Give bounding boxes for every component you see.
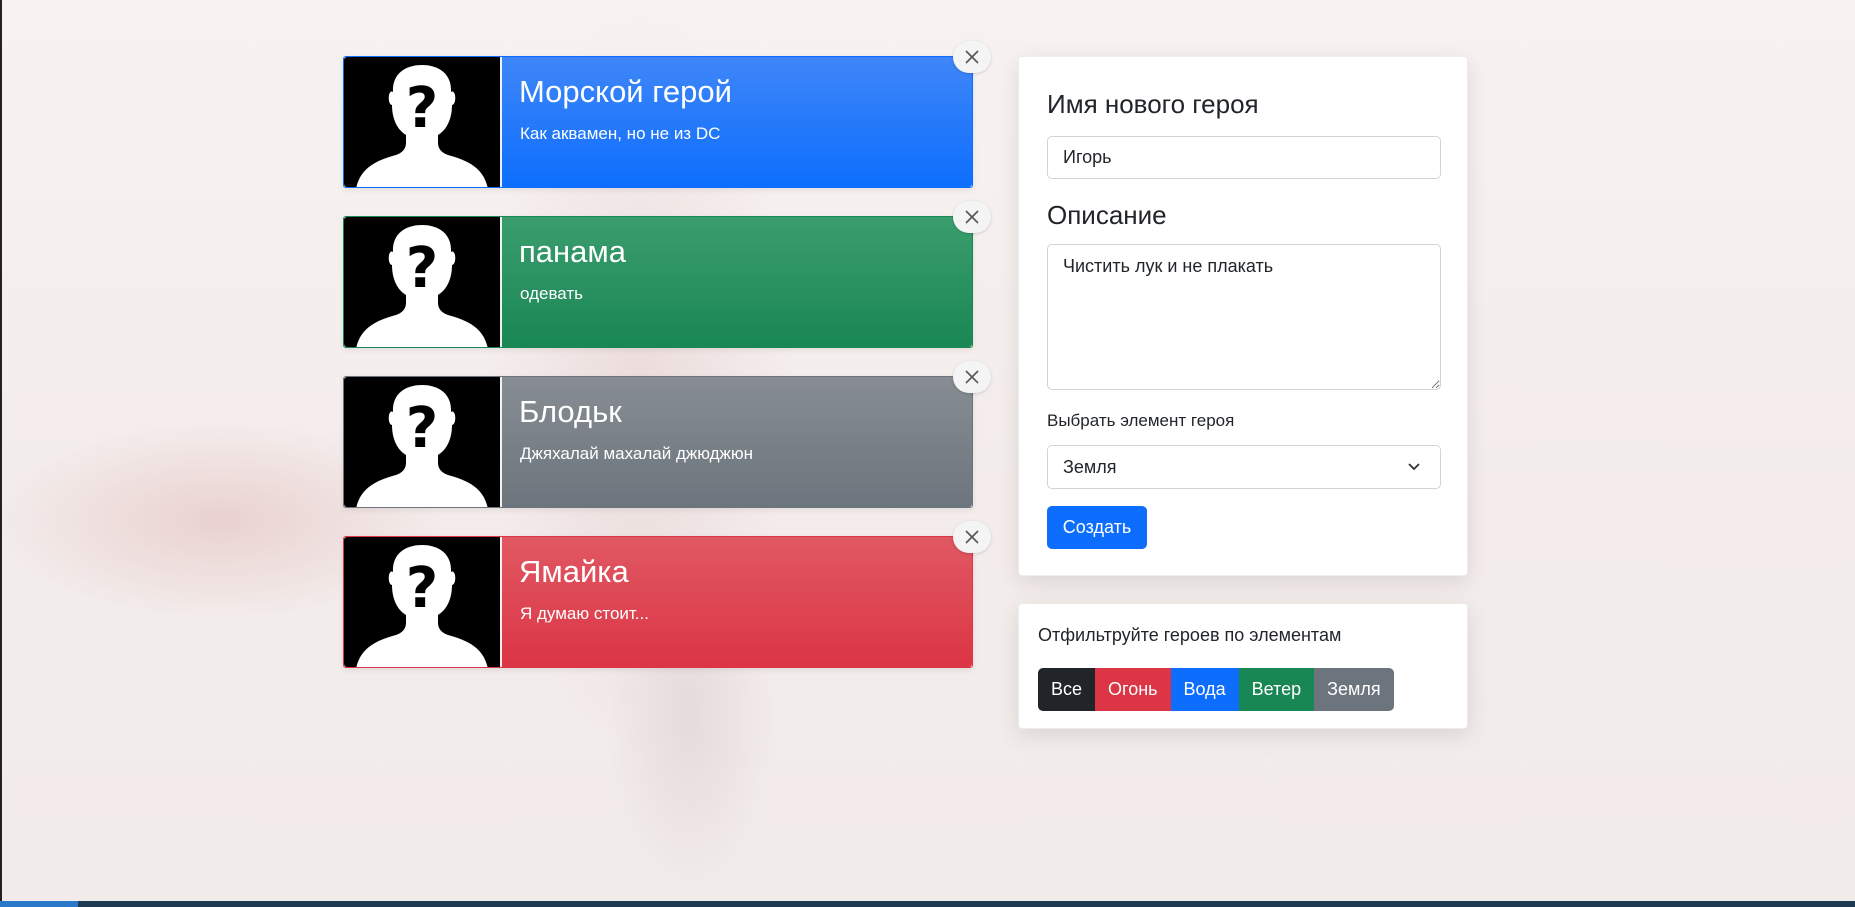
chevron-down-icon xyxy=(1408,463,1420,471)
hero-card: ? панама одевать xyxy=(343,216,973,348)
filter-all-button[interactable]: Все xyxy=(1038,668,1096,711)
filter-earth-button[interactable]: Земля xyxy=(1314,668,1394,711)
hero-name: панама xyxy=(519,234,626,269)
unknown-person-icon: ? xyxy=(344,377,500,507)
close-button[interactable] xyxy=(953,361,991,393)
unknown-person-icon: ? xyxy=(344,57,500,187)
close-icon xyxy=(965,50,979,64)
hero-description: Джяхалай махалай джюджюн xyxy=(520,444,754,463)
svg-text:?: ? xyxy=(406,76,438,141)
create-button[interactable]: Создать xyxy=(1047,506,1147,549)
hero-card: ? Блодьк Джяхалай махалай джюджюн xyxy=(343,376,973,508)
close-icon xyxy=(965,210,979,224)
hero-description: Я думаю стоит... xyxy=(520,604,649,623)
svg-text:?: ? xyxy=(406,396,438,461)
hero-description-textarea[interactable]: Чистить лук и не плакать xyxy=(1047,244,1441,390)
hero-description: одевать xyxy=(520,284,584,303)
close-button[interactable] xyxy=(953,521,991,553)
window-edge xyxy=(0,0,2,907)
hero-name: Ямайка xyxy=(519,554,629,589)
hero-description: Как аквамен, но не из DC xyxy=(520,124,721,143)
svg-text:?: ? xyxy=(406,556,438,621)
taskbar-accent xyxy=(0,901,78,907)
close-icon xyxy=(965,370,979,384)
hero-card: ? Морской герой Как аквамен, но не из DC xyxy=(343,56,973,188)
close-icon xyxy=(965,530,979,544)
filter-fire-button[interactable]: Огонь xyxy=(1095,668,1171,711)
hero-body: Блодьк Джяхалай махалай джюджюн xyxy=(500,377,972,507)
filter-button-group: Все Огонь Вода Ветер Земля xyxy=(1038,668,1394,711)
filter-water-button[interactable]: Вода xyxy=(1170,668,1239,711)
hero-name-input[interactable] xyxy=(1047,136,1441,179)
hero-name: Морской герой xyxy=(519,74,732,109)
element-select[interactable]: Земля xyxy=(1047,445,1441,489)
close-button[interactable] xyxy=(953,201,991,233)
filter-panel: Отфильтруйте героев по элементам Все Ого… xyxy=(1018,603,1468,729)
name-label: Имя нового героя xyxy=(1047,89,1259,119)
hero-body: панама одевать xyxy=(500,217,972,347)
unknown-person-icon: ? xyxy=(344,537,500,667)
svg-text:?: ? xyxy=(406,236,438,301)
hero-card: ? Ямайка Я думаю стоит... xyxy=(343,536,973,668)
filter-wind-button[interactable]: Ветер xyxy=(1238,668,1315,711)
unknown-person-icon: ? xyxy=(344,217,500,347)
filter-title: Отфильтруйте героев по элементам xyxy=(1038,625,1342,645)
create-hero-form: Имя нового героя Описание Чистить лук и … xyxy=(1018,56,1468,576)
hero-body: Морской герой Как аквамен, но не из DC xyxy=(500,57,972,187)
hero-body: Ямайка Я думаю стоит... xyxy=(500,537,972,667)
close-button[interactable] xyxy=(953,41,991,73)
element-label: Выбрать элемент героя xyxy=(1047,411,1235,430)
hero-name: Блодьк xyxy=(519,394,622,429)
description-label: Описание xyxy=(1047,200,1167,230)
element-select-value[interactable]: Земля xyxy=(1047,445,1441,489)
taskbar-strip xyxy=(0,901,1855,907)
